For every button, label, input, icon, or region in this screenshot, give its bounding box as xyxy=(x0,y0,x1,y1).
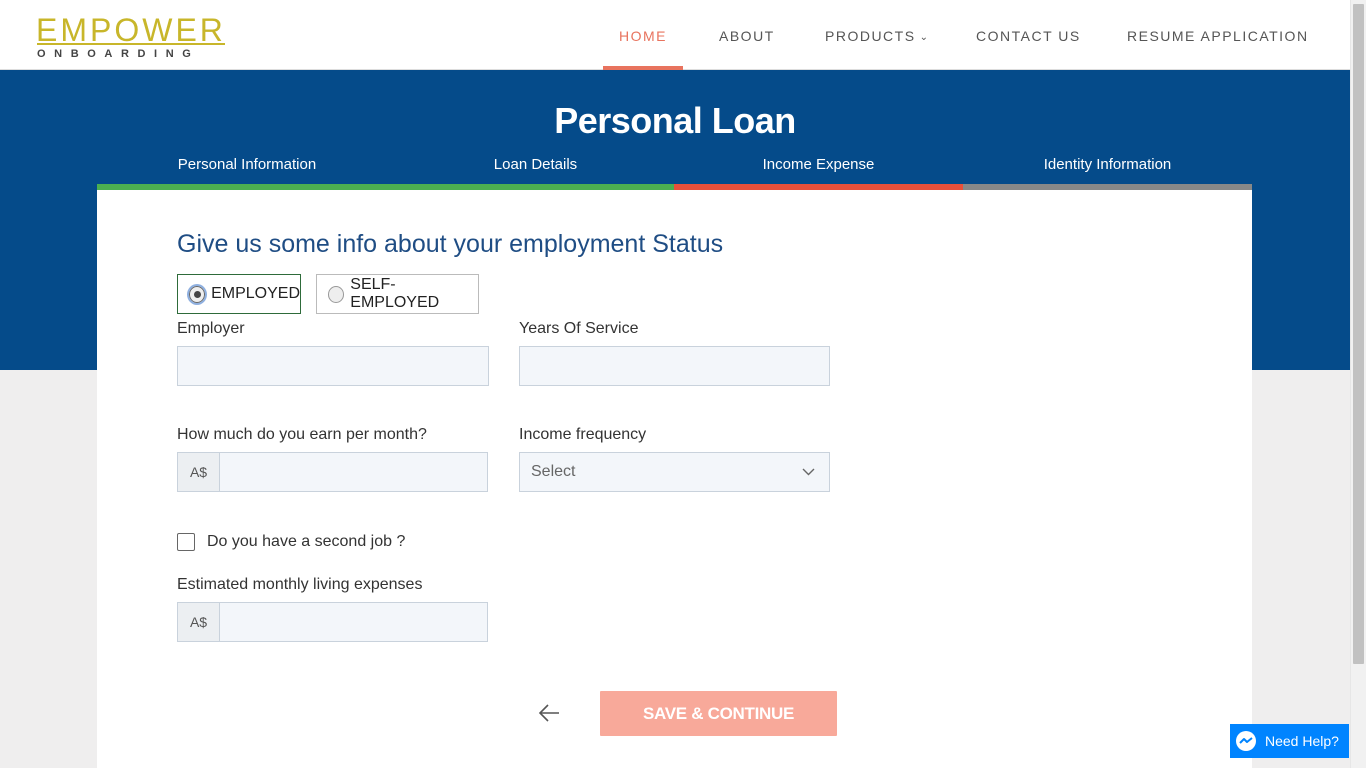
page-scrollbar[interactable] xyxy=(1350,0,1366,768)
radio-button-icon xyxy=(186,283,208,305)
nav-resume-application[interactable]: RESUME APPLICATION xyxy=(1127,0,1309,70)
need-help-label: Need Help? xyxy=(1265,733,1339,749)
currency-prefix: A$ xyxy=(177,602,220,642)
progress-steps: Personal Information Loan Details Income… xyxy=(97,148,1252,190)
step-identity-information: Identity Information xyxy=(963,148,1252,190)
save-continue-button[interactable]: SAVE & CONTINUE xyxy=(600,691,837,736)
step-label: Income Expense xyxy=(762,156,875,173)
employer-input[interactable] xyxy=(177,346,489,386)
step-label: Personal Information xyxy=(177,156,317,173)
step-label: Loan Details xyxy=(493,156,578,173)
step-personal-information: Personal Information xyxy=(97,148,397,190)
second-job-checkbox[interactable] xyxy=(177,533,195,551)
radio-button-icon xyxy=(328,285,345,303)
step-loan-details: Loan Details xyxy=(397,148,674,190)
employer-label: Employer xyxy=(177,320,245,337)
second-job-label: Do you have a second job ? xyxy=(207,533,406,550)
monthly-earnings-input[interactable] xyxy=(219,452,488,492)
living-expenses-label: Estimated monthly living expenses xyxy=(177,576,423,593)
nav-products[interactable]: PRODUCTS ⌄ xyxy=(825,0,929,70)
brand-logo[interactable]: EMPOWER ONBOARDING xyxy=(36,14,228,62)
brand-name: EMPOWER xyxy=(36,12,226,48)
messenger-icon xyxy=(1236,731,1256,751)
nav-contact-us[interactable]: CONTACT US xyxy=(976,0,1081,70)
currency-prefix: A$ xyxy=(177,452,220,492)
scrollbar-thumb[interactable] xyxy=(1353,4,1364,664)
brand-underline xyxy=(37,43,225,45)
select-value: Select xyxy=(531,463,576,480)
nav-home[interactable]: HOME xyxy=(603,0,683,70)
chevron-down-icon: ⌄ xyxy=(919,32,930,43)
years-of-service-label: Years Of Service xyxy=(519,320,639,337)
need-help-button[interactable]: Need Help? xyxy=(1230,724,1349,758)
brand-tagline: ONBOARDING xyxy=(37,48,200,60)
site-header: EMPOWER ONBOARDING HOME ABOUT PRODUCTS ⌄ … xyxy=(0,0,1350,70)
income-frequency-label: Income frequency xyxy=(519,426,647,443)
income-frequency-select[interactable]: Select xyxy=(519,452,830,492)
chevron-down-icon xyxy=(802,453,815,506)
monthly-earnings-label: How much do you earn per month? xyxy=(177,426,427,443)
living-expenses-input[interactable] xyxy=(219,602,488,642)
radio-label: SELF-EMPLOYED xyxy=(350,276,440,311)
radio-label: EMPLOYED xyxy=(211,285,300,302)
years-of-service-input[interactable] xyxy=(519,346,830,386)
step-label: Identity Information xyxy=(1043,156,1172,173)
back-arrow-icon[interactable] xyxy=(536,700,562,726)
nav-about[interactable]: ABOUT xyxy=(719,0,775,70)
radio-employed[interactable]: EMPLOYED xyxy=(177,274,301,314)
radio-self-employed[interactable]: SELF-EMPLOYED xyxy=(316,274,479,314)
step-income-expense: Income Expense xyxy=(674,148,963,190)
section-heading: Give us some info about your employment … xyxy=(177,230,724,258)
page-title: Personal Loan xyxy=(554,100,796,141)
